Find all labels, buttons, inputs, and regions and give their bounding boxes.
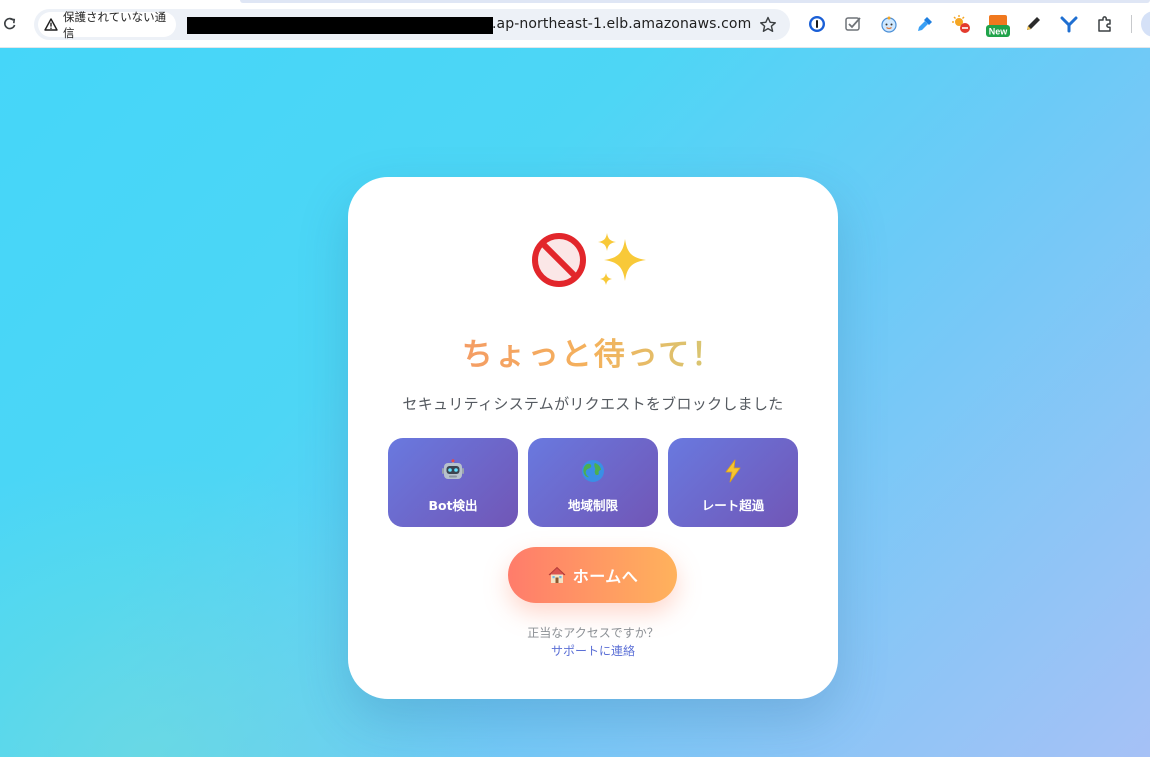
footer-question: 正当なアクセスですか？ xyxy=(527,626,659,640)
profile-avatar[interactable] xyxy=(1141,11,1150,37)
1password-icon[interactable] xyxy=(806,13,828,35)
security-chip[interactable]: 保護されていない通信 xyxy=(38,10,176,40)
house-icon xyxy=(548,566,566,583)
security-chip-label: 保護されていない通信 xyxy=(63,9,167,40)
address-bar[interactable]: 保護されていない通信 .ap-northeast-1.elb.amazonaws… xyxy=(34,9,790,40)
y-logo-icon[interactable] xyxy=(1058,13,1080,35)
home-button[interactable]: ホームへ xyxy=(508,547,677,603)
new-badge-label: New xyxy=(989,27,1009,37)
reason-label: レート超過 xyxy=(701,498,765,513)
url-text[interactable]: .ap-northeast-1.elb.amazonaws.com xyxy=(492,16,751,32)
new-badge-icon[interactable]: New xyxy=(986,15,1010,39)
tab-strip-edge xyxy=(240,0,1150,3)
dropper-icon[interactable] xyxy=(914,13,936,35)
pen-icon[interactable] xyxy=(1022,13,1044,35)
reason-rate-exceeded: レート超過 xyxy=(668,438,798,527)
contact-support-link[interactable]: サポートに連絡 xyxy=(348,642,838,659)
browser-toolbar: 保護されていない通信 .ap-northeast-1.elb.amazonaws… xyxy=(0,0,1150,48)
warning-icon xyxy=(44,18,58,31)
home-button-label: ホームへ xyxy=(572,567,639,586)
reason-label: Bot検出 xyxy=(428,498,478,513)
block-reasons: Bot検出 地域制限 レート超過 xyxy=(388,438,798,527)
reason-bot-detection: Bot検出 xyxy=(388,438,518,527)
blocked-sun-icon[interactable] xyxy=(950,13,972,35)
headline: ちょっと待って！ xyxy=(348,329,838,374)
reload-icon[interactable] xyxy=(0,14,20,34)
reason-label: 地域制限 xyxy=(567,498,618,513)
block-card: ちょっと待って！ セキュリティシステムがリクエストをブロックしました Bot検出… xyxy=(348,177,838,699)
checklist-icon[interactable] xyxy=(842,13,864,35)
redacted-host xyxy=(187,17,493,34)
baby-face-icon[interactable] xyxy=(878,13,900,35)
subtitle: セキュリティシステムがリクエストをブロックしました xyxy=(402,395,784,413)
bookmark-star-icon[interactable] xyxy=(758,15,778,35)
prohibited-icon xyxy=(532,233,587,287)
sparkles-icon xyxy=(597,233,646,285)
page-background: ちょっと待って！ セキュリティシステムがリクエストをブロックしました Bot検出… xyxy=(0,48,1150,757)
globe-icon xyxy=(528,458,658,484)
toolbar-divider xyxy=(1131,15,1132,33)
puzzle-icon[interactable] xyxy=(1094,13,1116,35)
hero-icons xyxy=(348,229,838,295)
lightning-icon xyxy=(668,458,798,484)
robot-icon xyxy=(388,458,518,484)
reason-region-restriction: 地域制限 xyxy=(528,438,658,527)
